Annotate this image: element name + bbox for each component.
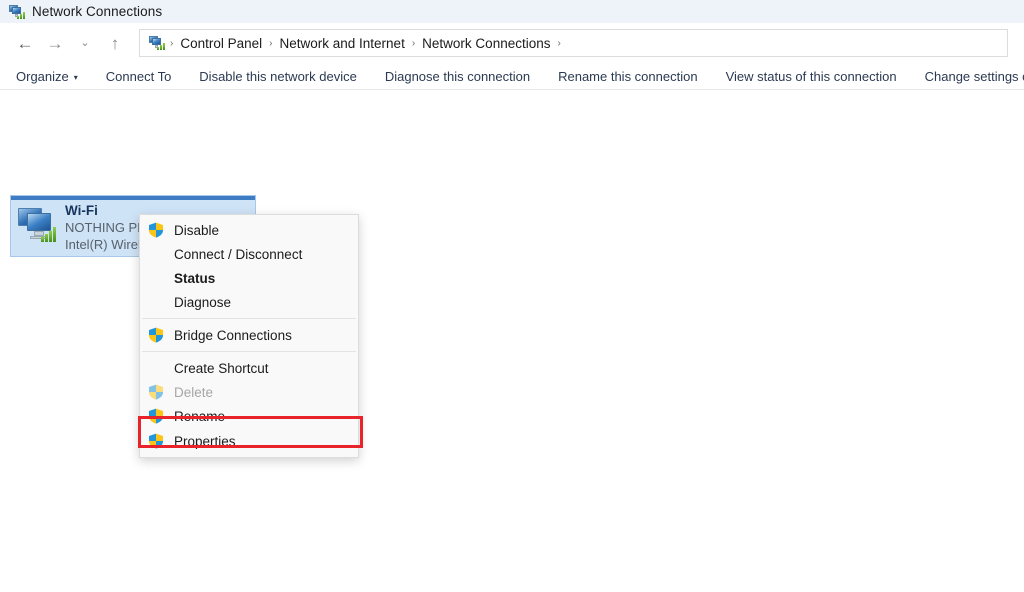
connection-text: Wi-Fi NOTHING PH Intel(R) Wirel [65, 202, 147, 253]
shield-icon [148, 384, 164, 400]
change-settings-of-this-connection-button[interactable]: Change settings of this connection [925, 66, 1024, 87]
network-connections-icon [8, 4, 24, 20]
breadcrumb-item-control-panel[interactable]: Control Panel [176, 35, 266, 52]
context-menu-item-diagnose[interactable]: Diagnose [140, 290, 358, 314]
spacer-icon [148, 294, 164, 310]
context-menu-label: Create Shortcut [174, 361, 273, 376]
window-title: Network Connections [32, 4, 162, 19]
connect-to-button[interactable]: Connect To [106, 66, 186, 87]
forward-button[interactable]: → [40, 28, 70, 58]
shield-icon [148, 222, 164, 238]
context-menu-item-properties[interactable]: Properties [140, 428, 358, 454]
context-menu-label: Diagnose [174, 295, 235, 310]
up-button[interactable]: ↑ [100, 28, 130, 58]
organize-button[interactable]: Organize ▾ [16, 66, 92, 87]
rename-this-connection-button[interactable]: Rename this connection [558, 66, 711, 87]
breadcrumb-item-network-and-internet[interactable]: Network and Internet [276, 35, 409, 52]
context-menu-item-status[interactable]: Status [140, 266, 358, 290]
context-menu-item-connect-disconnect[interactable]: Connect / Disconnect [140, 242, 358, 266]
chevron-right-icon[interactable]: › [266, 38, 275, 49]
diagnose-this-connection-button[interactable]: Diagnose this connection [385, 66, 544, 87]
context-menu-label: Properties [174, 434, 240, 449]
navigation-bar: ← → ⌄ ↑ › Control Panel › Network and In… [0, 23, 1024, 63]
breadcrumb-item-network-connections[interactable]: Network Connections [418, 35, 554, 52]
view-status-of-this-connection-button[interactable]: View status of this connection [726, 66, 911, 87]
context-menu-item-rename[interactable]: Rename [140, 404, 358, 428]
context-menu-label: Rename [174, 409, 229, 424]
chevron-down-icon: ▾ [74, 73, 78, 82]
spacer-icon [148, 270, 164, 286]
context-menu-item-bridge-connections[interactable]: Bridge Connections [140, 323, 358, 347]
back-button[interactable]: ← [10, 28, 40, 58]
shield-icon [148, 408, 164, 424]
context-menu-label: Connect / Disconnect [174, 247, 306, 262]
command-bar: Organize ▾ Connect To Disable this networ… [0, 63, 1024, 90]
connection-network-name: NOTHING PH [65, 219, 147, 236]
context-menu-label: Disable [174, 223, 223, 238]
context-menu-item-disable[interactable]: Disable [140, 218, 358, 242]
disable-this-network-device-button[interactable]: Disable this network device [199, 66, 371, 87]
title-bar: Network Connections [0, 0, 1024, 23]
context-menu-label: Delete [174, 385, 217, 400]
context-menu-label: Bridge Connections [174, 328, 296, 343]
spacer-icon [148, 246, 164, 262]
recent-locations-button[interactable]: ⌄ [70, 28, 100, 58]
chevron-right-icon[interactable]: › [409, 38, 418, 49]
shield-icon [148, 327, 164, 343]
context-menu-item-delete: Delete [140, 380, 358, 404]
organize-label: Organize [16, 69, 69, 84]
wifi-adapter-icon [17, 204, 61, 250]
context-menu: Disable Connect / Disconnect Status Diag… [139, 214, 359, 458]
context-menu-item-create-shortcut[interactable]: Create Shortcut [140, 356, 358, 380]
shield-icon [148, 433, 164, 449]
connection-adapter-name: Intel(R) Wirel [65, 236, 147, 253]
chevron-right-icon: › [167, 38, 176, 49]
menu-separator [142, 351, 356, 352]
spacer-icon [148, 360, 164, 376]
breadcrumb-network-icon [148, 35, 164, 51]
address-bar[interactable]: › Control Panel › Network and Internet ›… [139, 29, 1008, 57]
connections-list-area: Wi-Fi NOTHING PH Intel(R) Wirel Disable … [0, 90, 1024, 592]
context-menu-label: Status [174, 271, 219, 286]
connection-name: Wi-Fi [65, 202, 147, 219]
selection-accent-bar [11, 196, 255, 200]
menu-separator [142, 318, 356, 319]
chevron-right-icon[interactable]: › [554, 38, 563, 49]
